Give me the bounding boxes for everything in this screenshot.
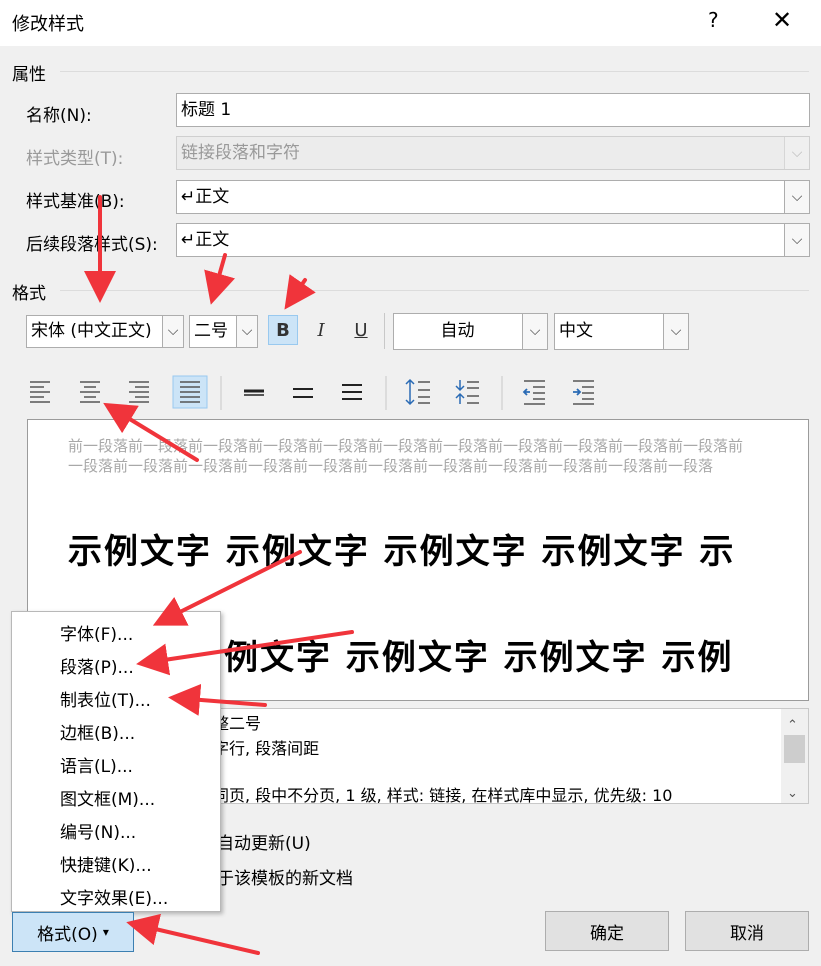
menu-item-language[interactable]: 语言(L)... [60, 752, 133, 777]
sample-text-line: 例文字 示例文字 示例文字 示例 [224, 638, 734, 678]
increase-indent-icon[interactable] [573, 380, 594, 405]
format-menu: 字体(F)... 段落(P)... 制表位(T)... 边框(B)... 语言(… [11, 611, 221, 912]
properties-section-label: 属性 [12, 65, 46, 85]
description-line: 字行, 段落间距 [213, 739, 320, 758]
style-base-label: 样式基准(B): [26, 192, 125, 212]
style-base-value: ↵正文 [181, 187, 230, 207]
red-arrow [126, 913, 260, 955]
font-color-value: 自动 [440, 321, 475, 341]
name-value: 标题 1 [181, 100, 232, 120]
previous-paragraph-text: 前一段落前一段落前一段落前一段落前一段落前一段落前一段落前一段落前一段落前一段落… [68, 437, 744, 475]
close-button[interactable]: ✕ [772, 6, 792, 34]
style-type-value: 链接段落和字符 [181, 143, 300, 163]
format-section-label: 格式 [12, 284, 46, 304]
align-left-icon[interactable] [30, 381, 50, 403]
line-spacing-double-icon[interactable] [342, 384, 362, 400]
menu-item-shortcut[interactable]: 快捷键(K)... [60, 851, 152, 876]
ok-button[interactable]: 确定 [545, 911, 669, 951]
format-button-label: 格式(O) [37, 924, 98, 945]
auto-update-label[interactable]: 自动更新(U) [217, 829, 311, 854]
chevron-down-icon[interactable]: ⌄ [787, 781, 798, 803]
chevron-down-icon: ⌵ [784, 137, 809, 169]
new-documents-label[interactable]: 于该模板的新文档 [217, 864, 353, 889]
next-style-select[interactable]: ↵正文 ⌵ [176, 223, 810, 257]
scroll-thumb[interactable] [784, 735, 805, 763]
title-bar: 修改样式 ? ✕ [0, 0, 821, 46]
name-label: 名称(N): [26, 106, 92, 126]
toolbar-separator [384, 313, 385, 349]
chevron-down-icon[interactable]: ⌵ [236, 316, 257, 347]
align-justify-icon[interactable] [172, 375, 208, 409]
menu-item-frame[interactable]: 图文框(M)... [60, 785, 155, 810]
font-select[interactable]: 宋体 (中文正文) ⌵ [26, 315, 184, 348]
font-color-select[interactable]: 自动 ⌵ [393, 313, 548, 350]
align-center-icon[interactable] [80, 381, 100, 403]
paragraph-toolbar [30, 375, 594, 410]
chevron-down-icon[interactable]: ⌵ [784, 224, 809, 256]
dialog-title: 修改样式 [12, 14, 84, 35]
menu-item-tabs[interactable]: 制表位(T)... [60, 686, 151, 711]
name-input[interactable]: 标题 1 [176, 93, 810, 127]
help-button[interactable]: ? [708, 8, 719, 32]
font-value: 宋体 (中文正文) [31, 321, 152, 341]
bold-button[interactable]: B [268, 315, 298, 345]
line-spacing-single-icon[interactable] [244, 389, 264, 396]
space-after-icon[interactable] [455, 380, 479, 404]
menu-item-paragraph[interactable]: 段落(P)... [60, 653, 134, 678]
divider [60, 71, 809, 72]
line-spacing-15-icon[interactable] [293, 388, 313, 398]
description-scrollbar[interactable]: ⌃ ⌄ [781, 709, 808, 803]
space-before-icon[interactable] [405, 378, 430, 406]
style-base-select[interactable]: ↵正文 ⌵ [176, 180, 810, 214]
align-right-icon[interactable] [129, 381, 149, 403]
italic-button[interactable]: I [306, 315, 336, 345]
style-type-label: 样式类型(T): [26, 149, 124, 169]
divider [60, 290, 809, 291]
chevron-down-icon: ▾ [102, 925, 109, 939]
chevron-down-icon[interactable]: ⌵ [162, 316, 183, 347]
size-select[interactable]: 二号 ⌵ [189, 315, 258, 348]
next-style-label: 后续段落样式(S): [26, 235, 158, 255]
cancel-button[interactable]: 取消 [685, 911, 809, 951]
underline-button[interactable]: U [346, 315, 376, 345]
format-button[interactable]: 格式(O) ▾ [12, 912, 134, 952]
chevron-down-icon[interactable]: ⌵ [784, 181, 809, 213]
next-style-value: ↵正文 [181, 230, 230, 250]
language-select[interactable]: 中文 ⌵ [554, 313, 689, 350]
menu-item-border[interactable]: 边框(B)... [60, 719, 135, 744]
description-line: 同页, 段中不分页, 1 级, 样式: 链接, 在样式库中显示, 优先级: 10 [213, 786, 673, 804]
sample-text-line: 示例文字 示例文字 示例文字 示例文字 示 [68, 532, 736, 572]
language-value: 中文 [559, 321, 593, 341]
decrease-indent-icon[interactable] [522, 380, 545, 405]
menu-item-numbering[interactable]: 编号(N)... [60, 818, 136, 843]
menu-item-text-effects[interactable]: 文字效果(E)... [60, 884, 168, 909]
size-value: 二号 [194, 321, 228, 341]
style-type-select: 链接段落和字符 ⌵ [176, 136, 810, 170]
chevron-down-icon[interactable]: ⌵ [522, 314, 547, 349]
red-arrow [284, 274, 316, 310]
menu-item-font[interactable]: 字体(F)... [60, 620, 133, 645]
chevron-down-icon[interactable]: ⌵ [663, 314, 688, 349]
